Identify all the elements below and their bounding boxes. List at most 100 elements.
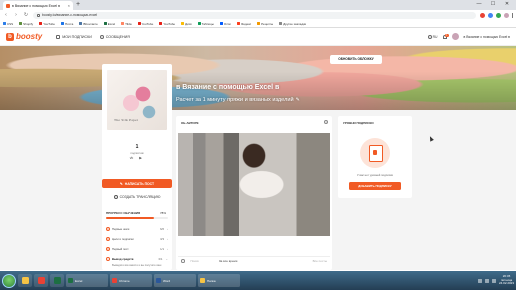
task-label: Excel	[75, 278, 83, 283]
site-header: b boosty МОИ ПОДПИСКИ СООБЩЕНИЯ RU 1 в В…	[0, 28, 516, 46]
progress-step[interactable]: Первый пост 1/1 ›	[106, 244, 168, 254]
chevron-right-icon: ›	[167, 247, 168, 251]
user-name[interactable]: в Вязание с помощью Excel в	[464, 35, 511, 39]
bookmark-item[interactable]: YouTube	[137, 21, 154, 26]
extension-icon[interactable]	[495, 12, 501, 18]
search-icon	[181, 259, 185, 263]
bookmark-item[interactable]: CSS	[3, 22, 13, 26]
create-broadcast-button[interactable]: СОЗДАТЬ ТРАНСЛЯЦИЮ	[102, 192, 172, 201]
bookmark-item[interactable]: Ozon	[219, 22, 231, 26]
volume-icon[interactable]	[491, 278, 496, 283]
profile-avatar-icon[interactable]	[503, 12, 509, 18]
bookmark-item[interactable]: YouTube	[159, 22, 175, 26]
bookmark-label: Таблицы	[201, 21, 214, 26]
create-broadcast-label: СОЗДАТЬ ТРАНСЛЯЦИЮ	[119, 194, 161, 199]
nav-my-subscriptions-label: МОИ ПОДПИСКИ	[62, 34, 92, 39]
maximize-button[interactable]: ☐	[486, 0, 500, 9]
bookmark-item[interactable]: Excel	[103, 22, 115, 26]
menu-kebab-icon[interactable]	[511, 12, 513, 18]
language-selector[interactable]: RU	[427, 34, 438, 39]
boosty-logo-mark-icon: b	[6, 32, 14, 41]
progress-step[interactable]: Цели и подписки 3/3 ›	[106, 234, 168, 244]
subscribers-count: 1	[135, 144, 139, 150]
address-bar[interactable]: boosty.to/вязание-с-помощью-excel	[33, 11, 476, 19]
add-subscription-button[interactable]: ДОБАВИТЬ ПОДПИСКУ	[349, 182, 401, 190]
bookmark-item[interactable]: ВКонтакте	[79, 21, 98, 26]
taskbar-task[interactable]: Папка	[198, 274, 240, 287]
bookmark-item[interactable]: Рецепты	[257, 22, 273, 26]
subscriptions-icon	[56, 34, 61, 39]
info-icon[interactable]: i	[324, 120, 328, 124]
bookmark-item[interactable]: Другие закладки	[279, 22, 306, 26]
user-avatar[interactable]	[451, 33, 459, 40]
nav-messages[interactable]: СООБЩЕНИЯ	[99, 34, 130, 39]
feed-filter-bar: Поиск За все время Все посты	[178, 256, 330, 265]
windows-taskbar: Excel Chrome Word Папка 20:45 пятница 24…	[0, 271, 516, 290]
bookmark-label: CSS	[7, 21, 14, 26]
notifications-bell-icon[interactable]: 1	[442, 33, 449, 39]
page-subtitle: Расчет за 1 минуту пряжи и вязаных издел…	[176, 97, 300, 103]
nav-my-subscriptions[interactable]: МОИ ПОДПИСКИ	[56, 34, 92, 39]
progress-step-active[interactable]: Вывод средств 0/1 ⌄	[106, 254, 168, 264]
task-label: Chrome	[119, 278, 130, 283]
bookmark-label: Почта	[64, 21, 74, 26]
back-button[interactable]: ‹	[3, 12, 9, 18]
about-photo[interactable]	[178, 133, 330, 236]
taskbar-explorer-icon[interactable]	[18, 274, 32, 287]
bookmark-favicon-icon	[103, 22, 107, 25]
taskbar-task[interactable]: Word	[154, 274, 196, 287]
taskbar-task[interactable]: Excel	[66, 274, 108, 287]
system-clock[interactable]: 20:45 пятница 24.02.2023	[499, 274, 514, 286]
subscribers-label: подписчик	[130, 151, 144, 155]
extension-icon[interactable]	[487, 12, 493, 18]
step-label: Первые шаги	[112, 227, 130, 231]
extension-icon[interactable]	[479, 12, 485, 18]
bookmark-item[interactable]: Яндекс	[237, 22, 251, 26]
bookmark-favicon-icon	[181, 22, 185, 25]
tray-icon[interactable]	[477, 278, 482, 283]
reload-button[interactable]: ↻	[23, 12, 29, 18]
feed-search-input[interactable]: Поиск	[191, 259, 199, 263]
bookmark-item[interactable]: YouTube	[39, 22, 55, 26]
avatar-caption: The Silk Paper	[114, 118, 139, 122]
step-note: Выведите все вместе и вы получите ваш	[112, 264, 162, 267]
about-title: ОБ АВТОРЕ	[181, 121, 199, 125]
taskbar-chrome-icon[interactable]	[34, 274, 48, 287]
bookmark-item[interactable]: Tilda	[121, 22, 132, 26]
step-check-icon	[106, 237, 110, 241]
step-label: Первый пост	[112, 247, 129, 251]
tray-icon[interactable]	[484, 278, 489, 283]
boosty-logo[interactable]: b boosty	[6, 32, 42, 41]
progress-step[interactable]: Первые шаги 6/6 ›	[106, 224, 168, 234]
bookmark-item[interactable]: Диск	[181, 22, 192, 26]
browser-tab[interactable]: в Вязание с помощью Excel в ×	[3, 1, 73, 10]
minimize-button[interactable]: —	[472, 0, 486, 9]
language-label: RU	[432, 34, 438, 39]
tab-close-icon[interactable]: ×	[68, 3, 70, 8]
nav-messages-label: СООБЩЕНИЯ	[105, 34, 130, 39]
bookmark-item[interactable]: Shopify	[19, 22, 33, 26]
tab-title: в Вязание с помощью Excel в	[12, 3, 60, 8]
bookmark-item[interactable]: Почта	[60, 21, 74, 26]
write-post-button[interactable]: ✎ НАПИСАТЬ ПОСТ	[102, 179, 172, 188]
taskbar-excel-icon[interactable]	[50, 274, 64, 287]
step-check-icon	[106, 227, 110, 231]
boosty-logo-text: boosty	[16, 32, 43, 41]
bookmark-label: YouTube	[141, 21, 154, 26]
start-button[interactable]	[2, 273, 16, 288]
bookmark-label: ВКонтакте	[83, 21, 98, 26]
edit-pencil-icon[interactable]: ✎	[296, 97, 300, 103]
taskbar-task[interactable]: Chrome	[110, 274, 152, 287]
close-window-button[interactable]: ✕	[500, 0, 514, 9]
progress-bar	[106, 217, 168, 219]
step-count: 0/1	[158, 257, 163, 261]
youtube-icon[interactable]: ▶	[138, 156, 143, 160]
forward-button[interactable]: ›	[13, 12, 19, 18]
filter-dropdown[interactable]: Все посты	[313, 259, 327, 263]
vk-icon[interactable]: vk	[129, 156, 134, 160]
step-pending-icon	[106, 257, 110, 261]
bookmark-item[interactable]: Таблицы	[197, 21, 214, 26]
sort-dropdown[interactable]: За все время	[219, 259, 238, 263]
new-tab-button[interactable]: +	[76, 1, 80, 9]
update-cover-button[interactable]: ОБНОВИТЬ ОБЛОЖКУ	[330, 55, 382, 64]
